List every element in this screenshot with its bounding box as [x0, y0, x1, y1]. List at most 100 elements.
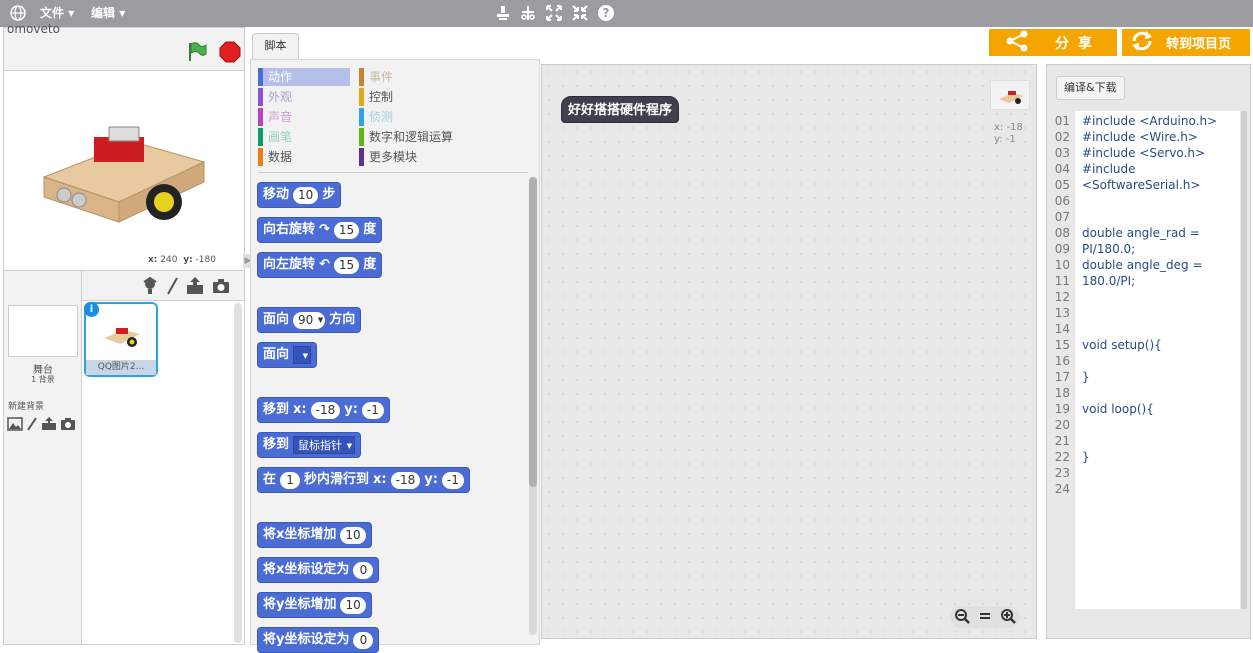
code-scrollbar[interactable] [1241, 111, 1247, 609]
category-control[interactable]: 控制 [359, 88, 393, 106]
block-text: 将y坐标设定为 [263, 632, 350, 647]
block-turn-right[interactable]: 向右旋转 ↷ 15 度 [257, 217, 383, 243]
category-control-label: 控制 [369, 90, 394, 104]
duplicate-stamp-icon[interactable] [494, 4, 512, 22]
zoom-in-icon[interactable] [1000, 608, 1016, 627]
block-text: 向右旋转 [263, 222, 316, 237]
help-icon[interactable]: ? [597, 4, 615, 22]
category-operators-label: 数字和逻辑运算 [369, 130, 454, 144]
stage-header: omoveto [3, 22, 245, 71]
direction-dropdown[interactable]: 90 [293, 311, 326, 329]
y-change-input[interactable]: 10 [340, 596, 366, 614]
svg-text:?: ? [603, 6, 610, 20]
block-text: 移到 [263, 437, 290, 452]
block-set-y[interactable]: 将y坐标设定为 0 [257, 627, 380, 653]
block-goto-target[interactable]: 移到 鼠标指针 [257, 432, 362, 458]
upload-sprite-icon[interactable] [186, 277, 204, 298]
stage-canvas[interactable] [3, 71, 245, 277]
block-text: 移动 [263, 187, 290, 202]
top-menu-bar: 文件 ▾ 编辑 ▾ ? [0, 0, 1253, 27]
goto-target-dropdown[interactable]: 鼠标指针 [293, 436, 356, 455]
green-flag-icon[interactable] [186, 41, 208, 66]
towards-dropdown[interactable] [293, 346, 312, 365]
palette-scrollbar-thumb[interactable] [529, 177, 537, 487]
category-more-blocks[interactable]: 更多模块 [359, 148, 417, 166]
sprite-list-scrollbar[interactable] [234, 303, 242, 643]
edit-menu[interactable]: 编辑 ▾ [91, 0, 125, 27]
share-icon [1005, 30, 1029, 56]
sync-arrows-icon [1130, 30, 1154, 56]
upload-icon[interactable] [41, 417, 57, 434]
block-point-towards[interactable]: 面向 [257, 342, 318, 368]
degrees-input[interactable]: 15 [333, 256, 360, 274]
zoom-controls [950, 606, 1020, 628]
block-goto-xy[interactable]: 移到 x: -18 y: -1 [257, 397, 390, 423]
zoom-reset-icon[interactable] [978, 609, 992, 626]
block-glide[interactable]: 在 1 秒内滑行到 x: -18 y: -1 [257, 467, 470, 493]
shrink-icon[interactable] [571, 4, 589, 22]
category-looks[interactable]: 外观 [258, 88, 292, 106]
y-input[interactable]: -1 [441, 471, 464, 489]
category-sound-label: 声音 [268, 110, 293, 124]
robot-car-sprite[interactable] [24, 87, 224, 237]
x-input[interactable]: -18 [310, 401, 341, 419]
category-data[interactable]: 数据 [258, 148, 292, 166]
zoom-out-icon[interactable] [954, 608, 970, 627]
x-input[interactable]: -18 [390, 471, 421, 489]
category-pen-label: 画笔 [268, 130, 293, 144]
category-sensing[interactable]: 侦测 [359, 108, 393, 126]
script-y-value: -1 [1005, 134, 1016, 145]
camera-sprite-icon[interactable] [212, 277, 230, 298]
stage-x-label: x: [148, 255, 158, 265]
block-change-x[interactable]: 将x坐标增加 10 [257, 522, 372, 548]
seconds-input[interactable]: 1 [280, 471, 301, 489]
block-point-direction[interactable]: 面向 90 方向 [257, 307, 362, 333]
sprite-name: QQ图片2... [86, 360, 156, 375]
stop-sign-icon[interactable] [219, 41, 241, 66]
grow-icon[interactable] [545, 4, 563, 22]
x-change-input[interactable]: 10 [340, 526, 366, 544]
info-icon[interactable]: i [84, 302, 99, 317]
block-change-y[interactable]: 将y坐标增加 10 [257, 592, 372, 618]
y-set-input[interactable]: 0 [353, 631, 374, 649]
steps-input[interactable]: 10 [293, 186, 319, 204]
block-turn-left[interactable]: 向左旋转 ↶ 15 度 [257, 252, 383, 278]
category-events[interactable]: 事件 [359, 68, 393, 86]
code-editor[interactable]: #include <Arduino.h> #include <Wire.h> #… [1075, 111, 1240, 609]
sprite-library-icon[interactable] [142, 276, 158, 298]
block-set-x[interactable]: 将x坐标设定为 0 [257, 557, 380, 583]
globe-icon[interactable] [9, 4, 27, 22]
sprite-tile[interactable]: i QQ图片2... [84, 302, 158, 377]
backdrop-library-icon[interactable] [7, 417, 23, 434]
x-set-input[interactable]: 0 [353, 561, 374, 579]
category-data-label: 数据 [268, 150, 293, 164]
paint-sprite-icon[interactable] [166, 277, 178, 298]
script-area[interactable] [541, 64, 1037, 639]
category-pen[interactable]: 画笔 [258, 128, 292, 146]
block-text: y: [424, 472, 438, 487]
compile-download-button[interactable]: 编译&下载 [1056, 76, 1125, 100]
cut-scissors-icon[interactable] [519, 4, 537, 22]
degrees-input[interactable]: 15 [333, 221, 360, 239]
category-sound[interactable]: 声音 [258, 108, 292, 126]
hardware-program-hat-block[interactable]: 好好搭搭硬件程序 [561, 96, 680, 123]
go-to-project-page-button[interactable]: 转到项目页 [1122, 29, 1250, 56]
share-label: 分 享 [1055, 35, 1094, 52]
tab-scripts[interactable]: 脚本 [252, 33, 299, 59]
share-button[interactable]: 分 享 [989, 29, 1117, 56]
block-text: 将x坐标增加 [263, 527, 337, 542]
stage-y-value: -180 [195, 255, 216, 265]
stage-thumbnail[interactable] [8, 305, 78, 357]
camera-icon[interactable] [60, 417, 76, 434]
block-move-steps[interactable]: 移动 10 步 [257, 182, 342, 208]
category-operators[interactable]: 数字和逻辑运算 [359, 128, 453, 146]
code-line-numbers: 01 02 03 04 05 06 07 08 09 10 11 12 13 1… [1048, 111, 1074, 609]
category-events-label: 事件 [369, 70, 394, 84]
category-motion-label: 动作 [268, 70, 293, 84]
block-text: 将x坐标设定为 [263, 562, 350, 577]
y-input[interactable]: -1 [361, 401, 384, 419]
paint-brush-icon[interactable] [26, 417, 38, 434]
category-looks-label: 外观 [268, 90, 293, 104]
block-text: 面向 [263, 347, 290, 362]
category-motion[interactable]: 动作 [258, 68, 350, 86]
